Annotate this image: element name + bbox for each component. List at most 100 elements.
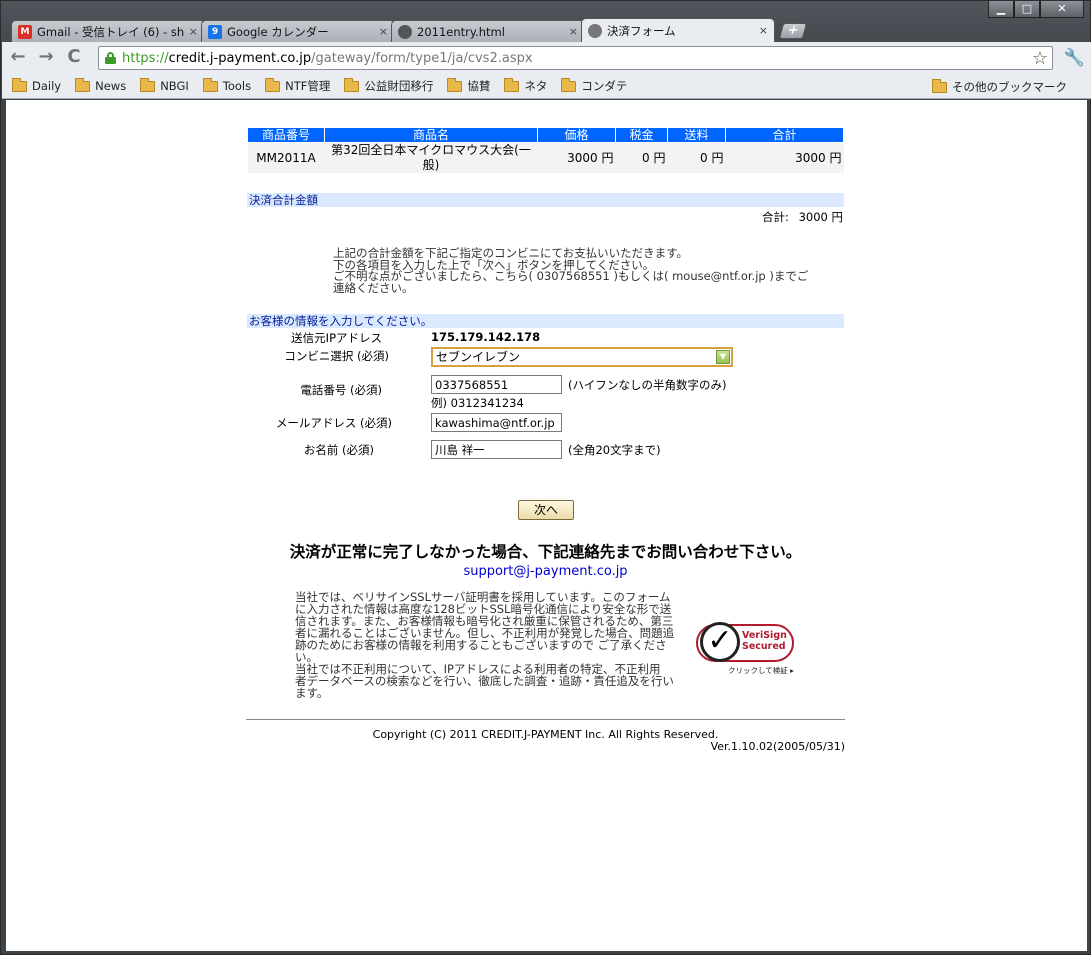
back-button[interactable]: ← — [6, 46, 30, 70]
order-header-tax: 税金 — [615, 127, 668, 143]
reload-button[interactable]: C — [62, 46, 86, 70]
phone-input[interactable] — [431, 375, 562, 394]
instructions-text: 上記の合計金額を下記ご指定のコンビニにてお支払いいただきます。 下の各項目を入力… — [333, 247, 813, 295]
ip-label: 送信元IPアドレス — [291, 331, 382, 345]
browser-tab[interactable]: 9 Google カレンダー × — [201, 20, 395, 42]
phone-hint: (ハイフンなしの半角数字のみ) — [568, 377, 727, 392]
bookmark-item[interactable]: Tools — [202, 77, 252, 93]
store-select[interactable]: セブンイレブン ▼ — [431, 347, 733, 367]
url-scheme: https:// — [122, 50, 169, 66]
bookmark-item[interactable]: NBGI — [140, 77, 189, 93]
ip-value: 175.179.142.178 — [431, 330, 541, 344]
verisign-verify-link[interactable]: クリックして検証 ▸ — [728, 665, 794, 676]
tab-label: Google カレンダー — [227, 24, 329, 39]
bookmark-other[interactable]: その他のブックマーク — [932, 78, 1067, 95]
version-text: Ver.1.10.02(2005/05/31) — [710, 740, 845, 753]
bookmarks-bar: Daily News NBGI Tools NTF管理 公益財団移行 協賛 ネタ コンダテ その… — [2, 74, 1091, 99]
url-path: /gateway/form/type1/ja/cvs2.aspx — [311, 50, 533, 66]
bookmark-label: Tools — [222, 79, 252, 93]
url-host: credit.j-payment.co.jp — [168, 50, 312, 66]
close-icon[interactable]: × — [759, 24, 768, 37]
bookmark-item[interactable]: コンダテ — [561, 77, 628, 94]
bookmark-label: News — [95, 79, 127, 93]
verisign-line1: VeriSign — [742, 630, 787, 641]
bookmark-label: 公益財団移行 — [364, 79, 434, 93]
order-header-shipping: 送料 — [667, 127, 726, 143]
bookmark-item[interactable]: NTF管理 — [265, 77, 330, 94]
bookmark-item[interactable]: 公益財団移行 — [344, 77, 434, 94]
order-header-total: 合計 — [725, 127, 844, 143]
bookmark-item[interactable]: 協賛 — [447, 77, 490, 94]
tab-strip: M Gmail - 受信トレイ (6) - sho × 9 Google カレンダー × 2… — [11, 18, 808, 42]
next-button[interactable]: 次へ — [518, 500, 574, 520]
table-row: MM2011A 第32回全日本マイクロマウス大会(一般) 3000 円 0 円 … — [247, 142, 844, 173]
folder-icon — [344, 77, 360, 92]
bookmark-other-label: その他のブックマーク — [952, 80, 1067, 94]
payment-total-label: 合計: — [762, 210, 789, 224]
minimize-button[interactable]: ▁ — [988, 1, 1014, 18]
ip-row: 送信元IPアドレス 175.179.142.178 — [247, 328, 844, 345]
lock-icon — [105, 52, 116, 64]
payment-form: 商品番号 商品名 価格 税金 送料 合計 MM2011A 第32回全日本マイクロ… — [247, 127, 844, 711]
close-icon[interactable]: × — [189, 25, 198, 38]
bookmark-item[interactable]: News — [75, 77, 127, 93]
payment-total-line: 合計: 3000 円 — [247, 209, 844, 225]
phone-example: 例) 0312341234 — [431, 396, 524, 410]
browser-tab[interactable]: M Gmail - 受信トレイ (6) - sho × — [11, 20, 205, 42]
tab-label: 2011entry.html — [417, 24, 505, 39]
maximize-button[interactable]: □ — [1014, 1, 1040, 18]
security-line: ます。 — [295, 686, 329, 700]
instruction-line: 連絡ください。 — [333, 280, 414, 295]
phone-field-group: (ハイフンなしの半角数字のみ) — [431, 375, 726, 394]
chevron-down-icon[interactable]: ▼ — [716, 350, 730, 364]
bookmark-label: ネタ — [524, 79, 548, 93]
name-hint: (全角20文字まで) — [568, 442, 661, 457]
name-input[interactable] — [431, 440, 562, 459]
folder-icon — [75, 77, 91, 92]
order-cell-shipping: 0 円 — [667, 142, 726, 173]
bookmark-star-icon[interactable]: ☆ — [1032, 48, 1048, 69]
name-field-group: (全角20文字まで) — [431, 440, 661, 459]
verisign-line2: Secured — [742, 641, 786, 652]
order-cell-total: 3000 円 — [725, 142, 844, 173]
email-input[interactable] — [431, 413, 562, 432]
close-window-button[interactable]: ✕ — [1040, 1, 1084, 18]
folder-icon — [12, 77, 27, 92]
globe-icon — [588, 23, 602, 38]
tab-label: 決済フォーム — [607, 23, 676, 38]
gmail-icon: M — [18, 24, 32, 39]
globe-icon — [398, 24, 412, 39]
bookmark-item[interactable]: Daily — [12, 77, 61, 93]
folder-icon — [140, 77, 156, 92]
browser-toolbar: ← → C https:// credit.j-payment.co.jp /g… — [2, 42, 1091, 74]
folder-icon — [504, 77, 520, 92]
address-bar[interactable]: https:// credit.j-payment.co.jp /gateway… — [98, 46, 1053, 70]
security-line: 跡のためにお客様の情報を利用することもございますので ご了承くださ — [295, 638, 667, 652]
support-email-link[interactable]: support@j-payment.co.jp — [247, 564, 844, 579]
browser-window: ▁ □ ✕ M Gmail - 受信トレイ (6) - sho × 9 Google カ… — [0, 0, 1091, 955]
order-header-name: 商品名 — [324, 127, 538, 143]
store-row: コンビニ選択 (必須) セブンイレブン ▼ — [247, 345, 844, 375]
new-tab-button[interactable]: + — [778, 23, 808, 39]
payment-total-heading: 決済合計金額 — [247, 193, 844, 207]
forward-button[interactable]: → — [34, 46, 58, 70]
footer-divider — [246, 719, 845, 720]
payment-total-value: 3000 円 — [798, 210, 843, 224]
close-icon[interactable]: × — [569, 25, 578, 38]
wrench-icon[interactable]: 🔧 — [1064, 48, 1085, 68]
verisign-badge[interactable]: ✓ VeriSign Secured クリックして検証 ▸ — [696, 616, 800, 675]
bookmark-label: コンダテ — [581, 79, 628, 93]
bookmark-item[interactable]: ネタ — [504, 77, 548, 94]
store-label: コンビニ選択 (必須) — [284, 349, 389, 363]
checkmark-icon: ✓ — [700, 622, 740, 662]
email-label: メールアドレス (必須) — [275, 416, 392, 430]
next-row: 次へ — [247, 500, 844, 540]
order-header-code: 商品番号 — [247, 127, 325, 143]
page-content: 商品番号 商品名 価格 税金 送料 合計 MM2011A 第32回全日本マイクロ… — [6, 100, 1087, 951]
close-icon[interactable]: × — [379, 25, 388, 38]
phone-label: 電話番号 (必須) — [300, 383, 382, 397]
name-label: お名前 (必須) — [303, 443, 374, 457]
email-row: メールアドレス (必須) — [247, 413, 844, 440]
browser-tab[interactable]: 決済フォーム × — [581, 18, 775, 42]
browser-tab[interactable]: 2011entry.html × — [391, 20, 585, 42]
